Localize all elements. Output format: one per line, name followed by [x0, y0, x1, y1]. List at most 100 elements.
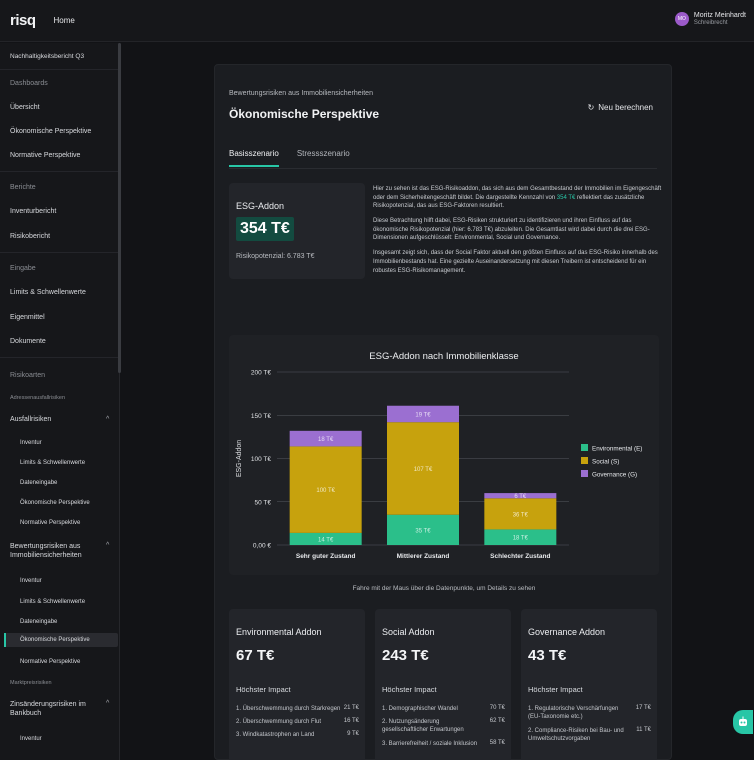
environmental-addon-card: Environmental Addon 67 T€ Höchster Impac… [229, 609, 365, 760]
chevron-up-icon[interactable]: ^ [106, 542, 109, 549]
impact-item: 3. Windkatastrophen an Land [236, 732, 315, 738]
avatar[interactable]: MO [674, 12, 689, 27]
impact-value: 11 T€ [636, 727, 651, 733]
sidebar-item-bewertungsrisiken[interactable]: Bewertungsrisiken aus Immobiliensicherhe… [10, 542, 100, 561]
user-menu[interactable]: MO Moritz Meinhardt Schreibrecht [674, 12, 746, 27]
bar-value-label: 35 T€ [415, 528, 431, 534]
bar-value-label: 19 T€ [415, 412, 431, 418]
y-axis-label: ESG-Addon [236, 440, 243, 477]
y-tick-label: 100 T€ [251, 456, 272, 463]
impact-item: 1. Überschwemmung durch Starkregen [236, 706, 341, 712]
impact-value: 21 T€ [343, 705, 359, 711]
sidebar-group-adressen: Adressenausfallrisiken [10, 395, 66, 401]
bar-value-label: 107 T€ [414, 467, 433, 473]
legend-swatch [581, 444, 588, 451]
page-title: Ökonomische Perspektive [229, 107, 380, 121]
divider [229, 168, 657, 169]
sidebar-scrollbar[interactable] [118, 43, 121, 373]
sidebar-subitem-inventur[interactable]: Inventur [20, 736, 42, 742]
sidebar-subitem-dateneingabe[interactable]: Dateneingabe [20, 619, 57, 625]
addon-title: Governance Addon [528, 627, 606, 637]
tab-stressszenario[interactable]: Stressszenario [297, 149, 350, 167]
sidebar-section-berichte: Berichte [10, 184, 36, 191]
chart-title: ESG-Addon nach Immobilienklasse [369, 351, 518, 362]
sidebar-subitem-dateneingabe[interactable]: Dateneingabe [20, 480, 57, 486]
divider [0, 357, 118, 358]
impact-item: 1. Demographischer Wandel [382, 706, 458, 712]
chevron-up-icon[interactable]: ^ [106, 416, 109, 423]
sidebar-subitem-oekonomisch[interactable]: Ökonomische Perspektive [20, 500, 90, 506]
top-bar: risq Home MO Moritz Meinhardt Schreibrec… [0, 0, 754, 42]
description-paragraph: Hier zu sehen ist das ESG-Risikoaddon, d… [373, 185, 663, 211]
recalculate-label: Neu berechnen [598, 103, 653, 112]
sidebar-item-zinsaenderung[interactable]: Zinsänderungsrisiken im Bankbuch [10, 700, 100, 719]
recalculate-button[interactable]: ↻ Neu berechnen [588, 103, 653, 112]
user-name: Moritz Meinhardt [693, 12, 746, 19]
sidebar-subitem-oekonomisch-active[interactable]: Ökonomische Perspektive [20, 637, 90, 643]
sidebar-item-uebersicht[interactable]: Übersicht [10, 104, 40, 111]
sidebar-section-risikoarten: Risikoarten [10, 372, 46, 379]
sidebar-item-inventurbericht[interactable]: Inventurbericht [10, 208, 56, 215]
sidebar-subitem-normativ[interactable]: Normative Perspektive [20, 520, 80, 526]
sidebar-item-eigenmittel[interactable]: Eigenmittel [10, 314, 45, 321]
y-tick-label: 50 T€ [254, 499, 271, 506]
impact-value: 17 T€ [635, 705, 651, 711]
sidebar-item-ausfallrisiken[interactable]: Ausfallrisiken [10, 416, 51, 423]
home-link[interactable]: Home [54, 16, 75, 25]
legend-label: Social (S) [592, 459, 619, 466]
esg-addon-card: ESG-Addon 354 T€ Risikopotenzial: 6.783 … [229, 183, 365, 279]
divider [0, 252, 118, 253]
addon-value: 43 T€ [528, 647, 567, 664]
addon-heading: Höchster Impact [382, 685, 437, 694]
legend-swatch [581, 470, 588, 477]
chart-hint: Fahre mit der Maus über die Datenpunkte,… [352, 585, 536, 592]
active-item-indicator [4, 633, 6, 647]
sidebar-report-title[interactable]: Nachhaltigkeitsbericht Q3 [10, 53, 84, 60]
sidebar-subitem-inventur[interactable]: Inventur [20, 440, 42, 446]
esg-addon-value: 354 T€ [236, 217, 294, 241]
description: Hier zu sehen ist das ESG-Risikoaddon, d… [373, 185, 663, 281]
sidebar: Nachhaltigkeitsbericht Q3 Dashboards Übe… [0, 43, 121, 760]
app-logo[interactable]: risq [10, 12, 36, 29]
social-addon-card: Social Addon 243 T€ Höchster Impact 1. D… [375, 609, 511, 760]
impact-value: 70 T€ [489, 705, 505, 711]
addon-value: 243 T€ [382, 647, 429, 664]
help-chat-button[interactable] [733, 710, 753, 734]
impact-item: 2. Nutzungsänderung gesellschaftlicher E… [382, 719, 464, 734]
description-paragraph: Diese Betrachtung hilft dabei, ESG-Risik… [373, 218, 650, 242]
sidebar-section-eingabe: Eingabe [10, 265, 36, 272]
breadcrumb: Bewertungsrisiken aus Immobiliensicherhe… [229, 90, 373, 97]
esg-addon-chart[interactable]: ESG-Addon nach Immobilienklasse 0,00 € 50 … [229, 335, 659, 575]
y-tick-label: 200 T€ [251, 370, 272, 377]
chevron-up-icon[interactable]: ^ [106, 700, 109, 707]
robot-icon [739, 716, 747, 726]
sidebar-group-marktpreis: Marktpreisrisiken [10, 680, 52, 686]
bar-value-label: 36 T€ [513, 512, 529, 518]
description-paragraph: Insgesamt zeigt sich, dass der Social Fa… [373, 250, 658, 274]
x-tick-label: Mittlerer Zustand [397, 553, 450, 560]
impact-value: 16 T€ [343, 718, 359, 724]
esg-addon-label: ESG-Addon [236, 201, 285, 211]
impact-value: 62 T€ [489, 718, 505, 724]
sidebar-item-risikobericht[interactable]: Risikobericht [10, 233, 50, 240]
sidebar-item-limits[interactable]: Limits & Schwellenwerte [10, 289, 86, 296]
bar-value-label: 14 T€ [318, 537, 334, 543]
bar-value-label: 6 T€ [514, 494, 527, 500]
addon-title: Environmental Addon [236, 627, 322, 637]
risk-potential: Risikopotenzial: 6.783 T€ [236, 253, 315, 260]
legend-label: Governance (G) [592, 472, 637, 479]
legend-swatch [581, 457, 588, 464]
sidebar-subitem-normativ[interactable]: Normative Perspektive [20, 659, 80, 665]
addon-value: 67 T€ [236, 647, 275, 664]
tab-basisszenario[interactable]: Basisszenario [229, 149, 279, 167]
x-tick-label: Sehr guter Zustand [296, 553, 356, 560]
refresh-icon: ↻ [587, 103, 595, 112]
sidebar-subitem-limits[interactable]: Limits & Schwellenwerte [20, 460, 85, 466]
sidebar-item-oekonomisch[interactable]: Ökonomische Perspektive [10, 128, 91, 135]
sidebar-item-dokumente[interactable]: Dokumente [10, 338, 46, 345]
sidebar-subitem-limits[interactable]: Limits & Schwellenwerte [20, 599, 85, 605]
bar-value-label: 100 T€ [316, 488, 335, 494]
sidebar-item-normativ[interactable]: Normative Perspektive [10, 152, 80, 159]
addon-heading: Höchster Impact [528, 685, 583, 694]
sidebar-subitem-inventur[interactable]: Inventur [20, 578, 42, 584]
